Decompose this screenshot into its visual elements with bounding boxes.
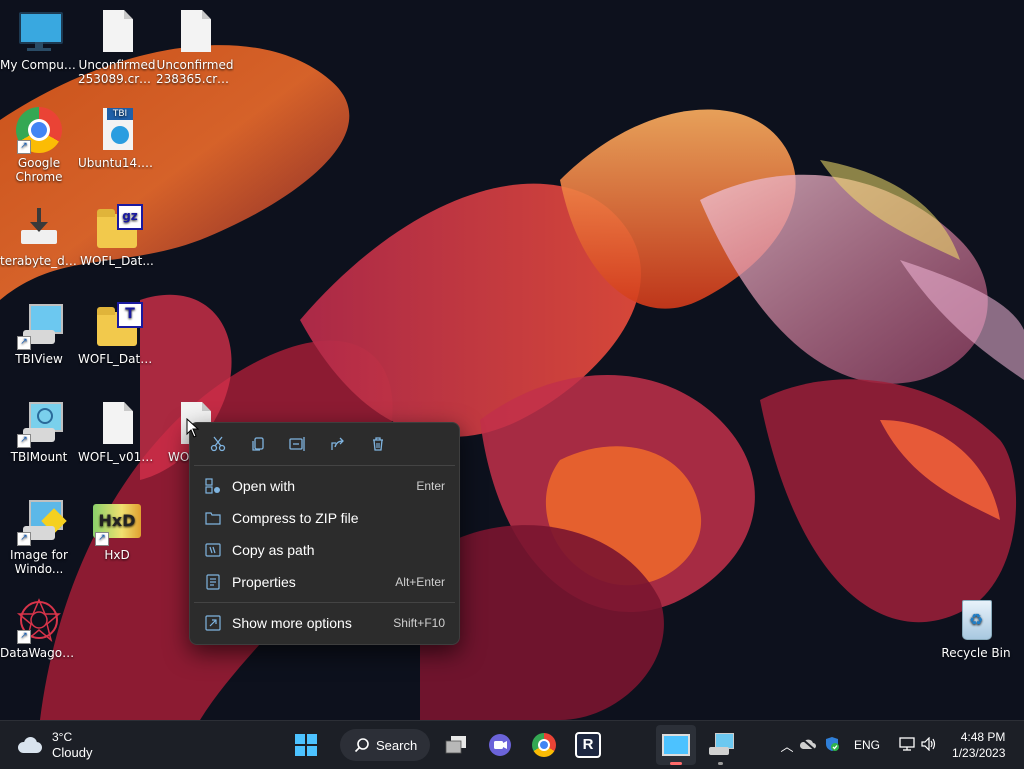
recycle-bin-icon: ♻ (952, 596, 1000, 644)
more-options-icon (204, 614, 222, 632)
weather-condition: Cloudy (52, 745, 93, 760)
open-with-icon (204, 477, 222, 495)
weather-widget[interactable]: 3°C Cloudy (16, 729, 126, 761)
menu-item-compress-zip[interactable]: Compress to ZIP file (190, 502, 459, 534)
taskbar-search-button[interactable]: Search (340, 729, 430, 761)
share-icon[interactable] (318, 428, 358, 460)
rename-icon[interactable] (278, 428, 318, 460)
menu-item-properties[interactable]: Properties Alt+Enter (190, 566, 459, 598)
tbiview-taskbar-button[interactable] (656, 725, 696, 765)
chrome-icon (532, 733, 556, 757)
shortcut-arrow-icon: ↗ (17, 532, 31, 546)
properties-icon (204, 573, 222, 591)
system-tray: ︿ ENG 4:48 PM 1/23/2023 (778, 721, 1005, 769)
chrome-icon: ↗ (15, 106, 63, 154)
image-for-windows-icon: ↗ (15, 498, 67, 546)
file-icon (93, 400, 141, 448)
desktop-icon-terabyte-drive[interactable]: terabyte_dri... (0, 204, 78, 268)
desktop-icon-ubuntu-tbi[interactable]: TBI Ubuntu14.0... (78, 106, 156, 170)
chevron-up-icon[interactable]: ︿ (778, 736, 796, 755)
teams-chat-button[interactable] (480, 725, 520, 765)
zip-folder-icon (204, 509, 222, 527)
windows-logo-icon (295, 734, 317, 756)
network-icon[interactable] (896, 736, 918, 754)
tbi-file-icon: TBI (93, 106, 141, 154)
hxd-icon: HxD ↗ (93, 498, 141, 546)
start-button[interactable] (286, 725, 326, 765)
desktop-icon-google-chrome[interactable]: ↗ Google Chrome (0, 106, 78, 184)
text-archive-icon: T (93, 302, 143, 350)
shortcut-arrow-icon: ↗ (17, 630, 31, 644)
shortcut-arrow-icon: ↗ (17, 434, 31, 448)
onedrive-offline-icon[interactable] (796, 736, 820, 754)
desktop-icon-datawagon[interactable]: ↗ DataWagon... (0, 596, 78, 660)
desktop-icon-tbimount[interactable]: ↗ TBIMount (0, 400, 78, 464)
clock[interactable]: 4:48 PM 1/23/2023 (952, 729, 1005, 761)
desktop-icon-my-computer[interactable]: My Computer (0, 8, 78, 72)
delete-icon[interactable] (358, 428, 398, 460)
download-icon (15, 204, 63, 252)
shortcut-arrow-icon: ↗ (95, 532, 109, 546)
context-menu-toolbar (190, 423, 459, 465)
clock-time: 4:48 PM (960, 730, 1006, 744)
teams-chat-icon (489, 734, 511, 756)
menu-item-open-with[interactable]: Open with Enter (190, 470, 459, 502)
desktop-icon-unconfirmed-253089[interactable]: Unconfirmed 253089.crdo... (78, 8, 156, 86)
task-view-button[interactable] (436, 725, 476, 765)
security-shield-icon[interactable] (820, 736, 844, 755)
cut-icon[interactable] (198, 428, 238, 460)
clock-date: 1/23/2023 (952, 746, 1006, 760)
weather-temp: 3°C (52, 730, 73, 744)
file-icon (171, 8, 219, 56)
search-icon (354, 738, 369, 753)
language-indicator[interactable]: ENG (854, 738, 880, 752)
desktop-icon-unconfirmed-238365[interactable]: Unconfirmed 238365.crdo... (156, 8, 234, 86)
copy-icon[interactable] (238, 428, 278, 460)
taskbar: 3°C Cloudy Search R ︿ ENG 4:48 PM 1/23/2… (0, 720, 1024, 769)
tbiview-icon: ↗ (15, 302, 63, 350)
datawagon-icon: ↗ (15, 596, 63, 644)
tbimount-icon: ↗ (15, 400, 63, 448)
desktop-icon-image-for-windows[interactable]: ↗ Image for Windo... (0, 498, 78, 576)
monitor-icon (15, 8, 63, 56)
chrome-taskbar-button[interactable] (524, 725, 564, 765)
r-app-icon: R (575, 732, 601, 758)
monitor-icon (662, 734, 690, 756)
mouse-cursor-icon (186, 418, 200, 438)
r-app-taskbar-button[interactable]: R (568, 725, 608, 765)
menu-item-copy-as-path[interactable]: Copy as path (190, 534, 459, 566)
file-context-menu: Open with Enter Compress to ZIP file Cop… (189, 422, 460, 645)
desktop-icon-wofl-data-t[interactable]: T WOFL_Data.... (78, 302, 156, 366)
file-icon (93, 8, 141, 56)
shortcut-arrow-icon: ↗ (17, 140, 31, 154)
tbimount-icon (707, 733, 734, 757)
cloud-icon (16, 736, 44, 754)
desktop-icon-wofl-v01[interactable]: WOFL_v01.... (78, 400, 156, 464)
desktop-icon-recycle-bin[interactable]: ♻ Recycle Bin (936, 596, 1016, 660)
task-view-icon (445, 736, 466, 754)
copy-path-icon (204, 541, 222, 559)
volume-icon[interactable] (918, 736, 940, 754)
tbimount-taskbar-button[interactable] (700, 725, 740, 765)
desktop-icon-hxd[interactable]: HxD ↗ HxD (78, 498, 156, 562)
menu-item-show-more-options[interactable]: Show more options Shift+F10 (190, 607, 459, 639)
desktop-icon-wofl-dat-gz[interactable]: gz WOFL_Dat... (78, 204, 156, 268)
desktop-icon-tbiview[interactable]: ↗ TBIView (0, 302, 78, 366)
gz-archive-icon: gz (93, 204, 143, 252)
shortcut-arrow-icon: ↗ (17, 336, 31, 350)
